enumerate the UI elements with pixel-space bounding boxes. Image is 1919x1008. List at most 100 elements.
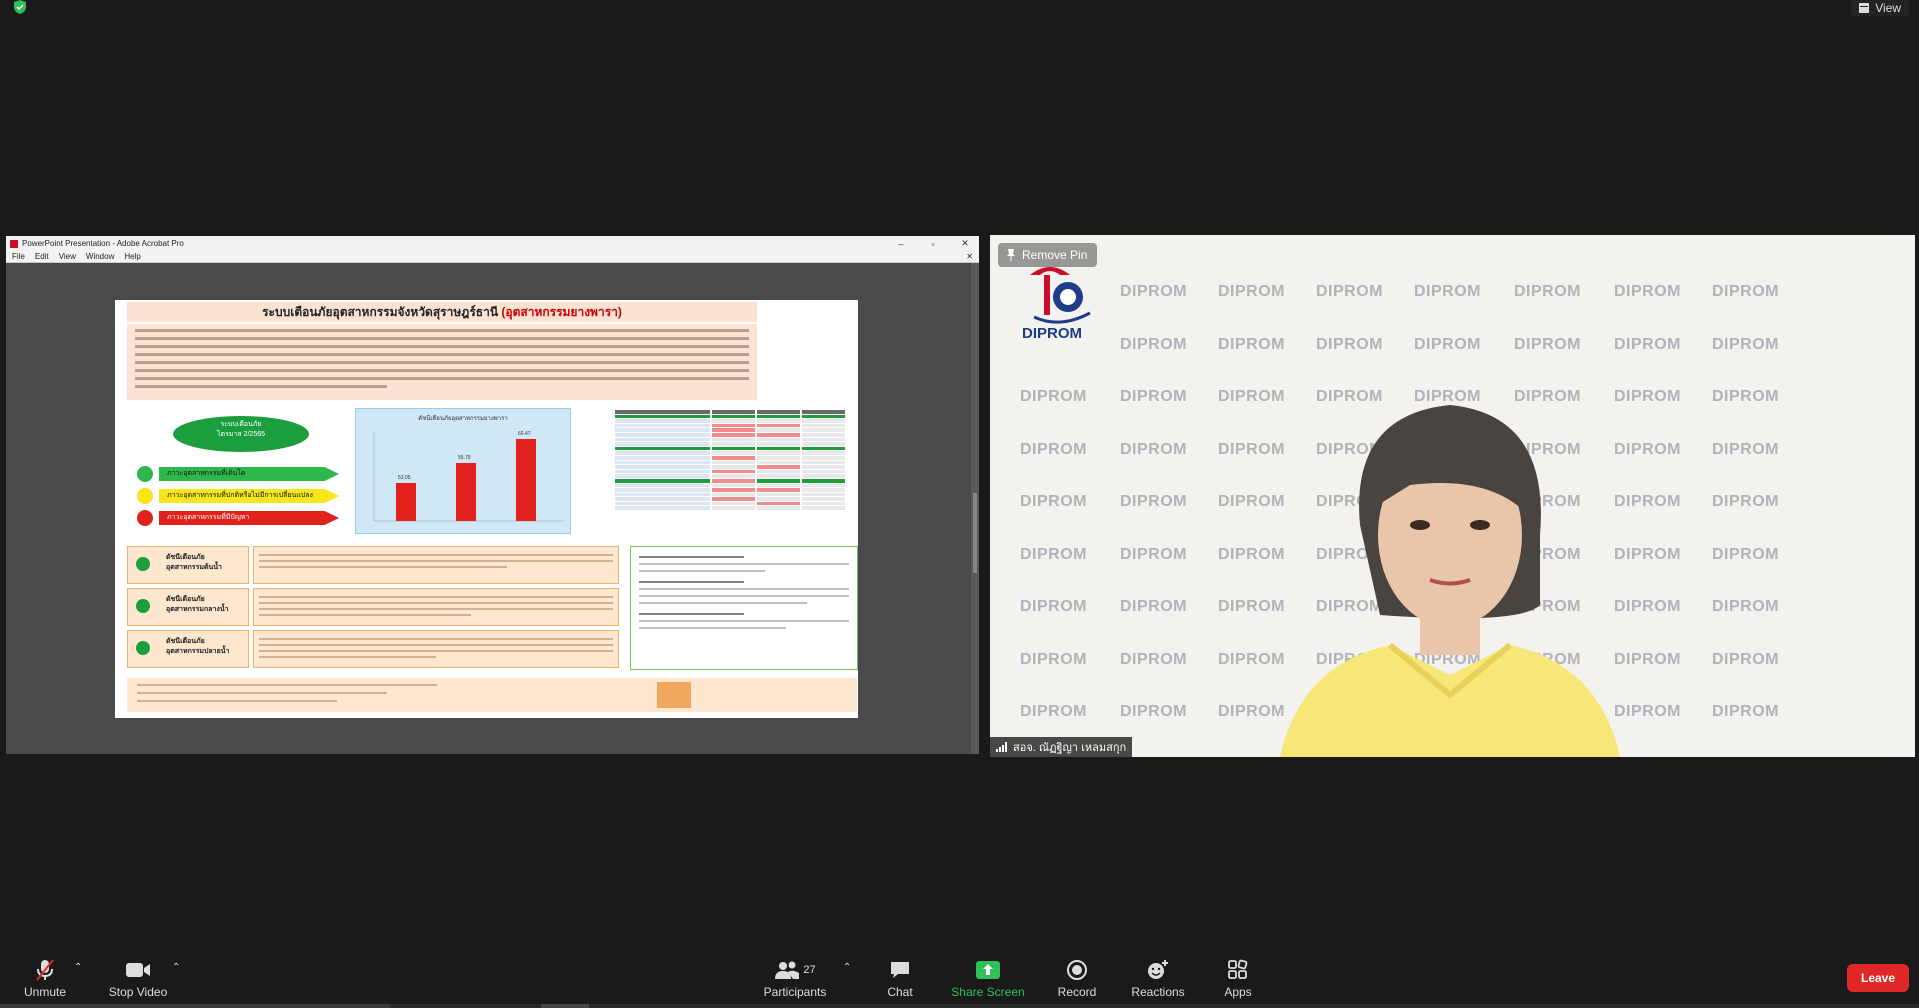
factors-box	[630, 546, 858, 670]
document-close-icon[interactable]: ✕	[966, 252, 973, 261]
diprom-watermark: DIPROM	[1316, 335, 1383, 353]
bottom-status-strip	[0, 1004, 1919, 1008]
diprom-watermark: DIPROM	[1712, 598, 1779, 615]
restore-icon[interactable]: ▫	[919, 239, 947, 249]
yellow-dot-icon	[137, 488, 153, 504]
diprom-watermark: DIPROM	[1020, 650, 1087, 668]
diprom-watermark: DIPROM	[1020, 545, 1087, 563]
diprom-watermark: DIPROM	[1120, 335, 1187, 353]
green-dot-icon	[136, 641, 150, 655]
record-label: Record	[1057, 985, 1097, 999]
view-label: View	[1875, 1, 1901, 15]
legend-problem: ภาวะอุตสาหกรรมที่มีปัญหา	[137, 510, 339, 526]
minimize-icon[interactable]: –	[887, 239, 915, 249]
apps-icon	[1228, 959, 1248, 979]
audio-options-caret-icon[interactable]: ⌃	[74, 962, 82, 973]
record-button[interactable]: Record	[1032, 958, 1122, 999]
remove-pin-button[interactable]: Remove Pin	[998, 243, 1098, 267]
connection-signal-icon	[996, 742, 1007, 752]
slide-title-text: ระบบเตือนภัยอุตสาหกรรมจังหวัดสุราษฎร์ธาน…	[262, 305, 499, 319]
legend-problem-label: ภาวะอุตสาหกรรมที่มีปัญหา	[159, 511, 339, 525]
chart-value-downstream: 60.47	[518, 431, 531, 437]
diprom-emblem-icon	[1030, 267, 1091, 324]
chart-bar-midstream	[456, 463, 476, 521]
stop-video-button[interactable]: Stop Video	[93, 958, 183, 999]
chart-value-midstream: 55.79	[458, 455, 471, 461]
diprom-logo-text: DIPROM	[1022, 325, 1082, 342]
diprom-watermark: DIPROM	[1712, 440, 1779, 458]
acrobat-app-icon	[10, 239, 18, 248]
slide-summary-paragraph	[127, 324, 757, 400]
zoom-meeting-window: View PowerPoint Presentation - Adobe Acr…	[0, 0, 1919, 1008]
diprom-watermark: DIPROM	[1514, 335, 1581, 353]
menu-view[interactable]: View	[59, 252, 76, 261]
diprom-watermark: DIPROM	[1218, 283, 1285, 300]
diprom-watermark: DIPROM	[1120, 440, 1187, 458]
legend-normal-label: ภาวะอุตสาหกรรมที่ปกติหรือไม่มีการเปลี่ยน…	[159, 489, 339, 503]
pin-icon	[1007, 249, 1015, 261]
smiley-plus-icon	[1148, 960, 1168, 979]
diprom-watermark: DIPROM	[1614, 283, 1681, 300]
menu-edit[interactable]: Edit	[35, 252, 49, 261]
diprom-watermark: DIPROM	[1414, 283, 1481, 300]
chat-button[interactable]: Chat	[855, 958, 945, 999]
legend-growth: ภาวะอุตสาหกรรมที่เติบโต	[137, 466, 339, 482]
diprom-watermark: DIPROM	[1712, 650, 1779, 668]
shared-screen[interactable]: PowerPoint Presentation - Adobe Acrobat …	[6, 236, 979, 754]
remove-pin-label: Remove Pin	[1022, 248, 1088, 262]
green-dot-icon	[136, 557, 150, 571]
chart-bar-upstream	[396, 483, 416, 521]
acrobat-titlebar: PowerPoint Presentation - Adobe Acrobat …	[6, 236, 979, 251]
reactions-label: Reactions	[1131, 985, 1185, 999]
legend-growth-label: ภาวะอุตสาหกรรมที่เติบโต	[159, 467, 339, 481]
badge-title: ระบบเตือนภัย	[220, 421, 262, 428]
reactions-button[interactable]: Reactions	[1113, 958, 1203, 999]
pinned-video-tile[interactable]: DIPROM DIPROM DIPROM DIPROM DIPROM DIPROM DIPR…	[990, 235, 1915, 757]
diprom-watermark: DIPROM	[1020, 493, 1087, 510]
diprom-watermark: DIPROM	[1120, 493, 1187, 510]
index-bar-chart: ดัชนีเตือนภัยอุตสาหกรรมยางพารา 53.05 55.…	[355, 408, 571, 534]
slide-title: ระบบเตือนภัยอุตสาหกรรมจังหวัดสุราษฎร์ธาน…	[127, 302, 757, 322]
apps-label: Apps	[1224, 985, 1252, 999]
green-dot-icon	[136, 599, 150, 613]
diprom-watermark: DIPROM	[1120, 283, 1187, 300]
badge-subtitle: ไตรมาส 2/2565	[217, 431, 265, 438]
security-shield-icon[interactable]	[12, 0, 28, 14]
apps-button[interactable]: Apps	[1193, 958, 1283, 999]
participants-button[interactable]: 27 Participants	[750, 958, 840, 999]
muted-mic-icon	[36, 959, 54, 981]
diprom-watermark: DIPROM	[1120, 598, 1187, 615]
diprom-watermark: DIPROM	[1020, 388, 1087, 405]
meeting-toolbar: Unmute ⌃ Stop Video ⌃ 27 Participants ⌃ …	[0, 950, 1919, 1008]
shared-window-title: PowerPoint Presentation - Adobe Acrobat …	[22, 239, 184, 248]
chat-label: Chat	[887, 985, 913, 999]
vertical-scrollbar[interactable]	[971, 263, 979, 754]
video-options-caret-icon[interactable]: ⌃	[172, 962, 180, 973]
share-screen-button[interactable]: Share Screen	[943, 958, 1033, 999]
close-icon[interactable]: ✕	[951, 238, 979, 249]
diprom-watermark: DIPROM	[1120, 650, 1187, 668]
unmute-label: Unmute	[23, 985, 67, 999]
warning-system-badge: ระบบเตือนภัย ไตรมาส 2/2565	[173, 416, 309, 452]
menu-help[interactable]: Help	[124, 252, 140, 261]
leave-button[interactable]: Leave	[1847, 964, 1909, 992]
chart-value-upstream: 53.05	[398, 475, 411, 481]
view-button[interactable]: View	[1851, 0, 1909, 16]
chart-svg: 53.05 55.79 60.47	[373, 431, 564, 522]
menu-file[interactable]: File	[12, 252, 25, 261]
index-data-table	[615, 410, 846, 534]
diprom-watermark: DIPROM	[1120, 388, 1187, 405]
share-screen-icon	[976, 961, 1000, 979]
chart-bar-downstream	[516, 439, 536, 521]
red-dot-icon	[137, 510, 153, 526]
diprom-watermark: DIPROM	[1712, 388, 1779, 405]
slide-title-highlight: (อุตสาหกรรมยางพารา)	[501, 305, 622, 319]
slide-footnote	[127, 678, 857, 712]
diprom-watermark: DIPROM	[1218, 335, 1285, 353]
share-screen-label: Share Screen	[951, 985, 1025, 999]
menu-window[interactable]: Window	[86, 252, 114, 261]
participant-name-tag: สอจ. ณัฏฐิญา เหลมสกุก	[990, 737, 1133, 757]
participants-options-caret-icon[interactable]: ⌃	[843, 962, 851, 973]
diprom-watermark: DIPROM	[1020, 440, 1087, 458]
diprom-watermark: DIPROM	[1120, 703, 1187, 720]
